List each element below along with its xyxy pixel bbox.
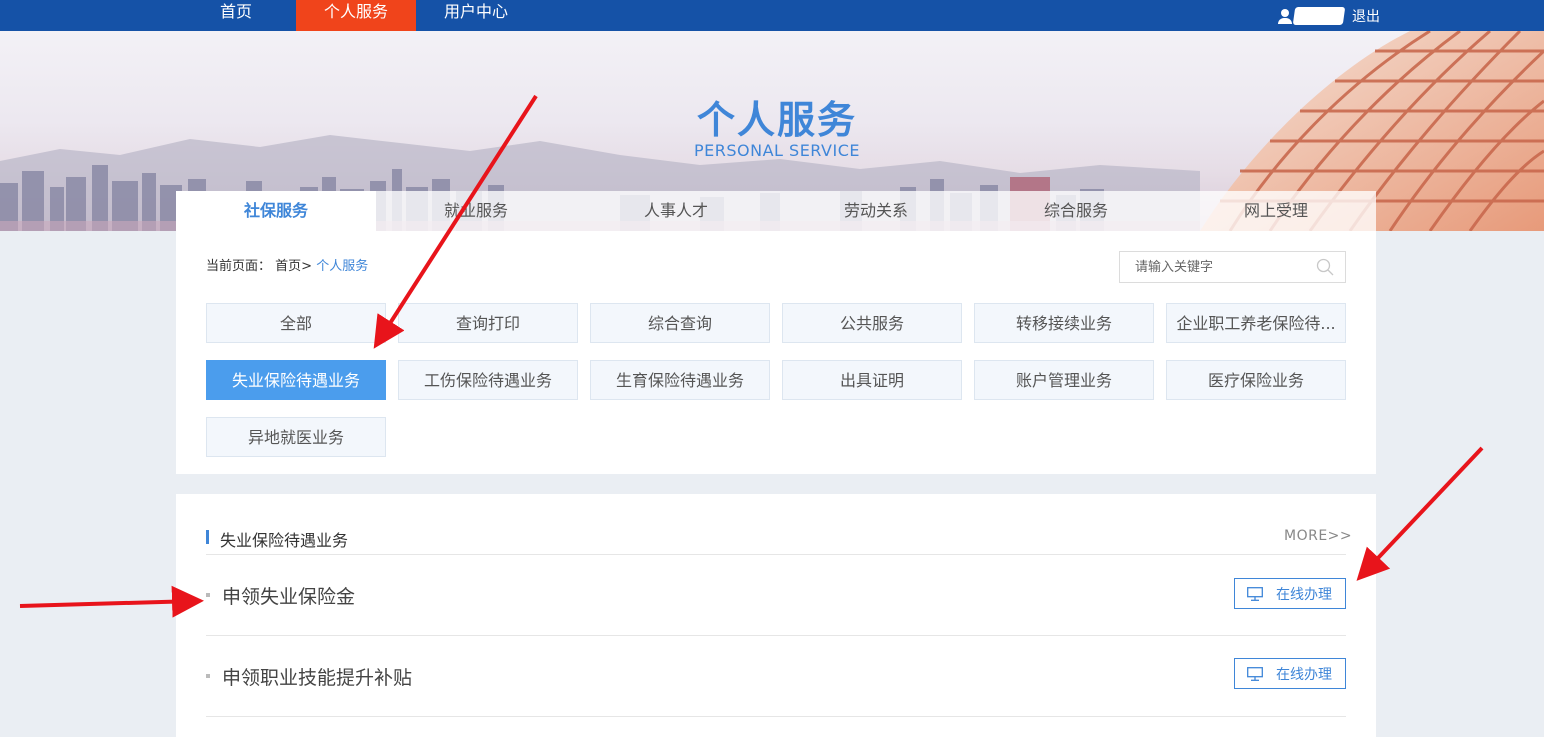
category-public-service[interactable]: 公共服务 [782,303,962,343]
category-account-management[interactable]: 账户管理业务 [974,360,1154,400]
more-link[interactable]: MORE>> [1284,528,1352,544]
tab-labor-relations[interactable]: 劳动关系 [776,191,976,231]
breadcrumb: 当前页面： 首页> 个人服务 [206,255,368,274]
computer-icon [1247,666,1263,681]
service-item-name[interactable]: 申领职业技能提升补贴 [222,663,412,690]
tab-personnel-talent[interactable]: 人事人才 [576,191,776,231]
service-list-panel: 失业保险待遇业务 MORE>> 申领失业保险金 在线办理 申领职业技能提升补贴 … [176,494,1376,737]
redacted-username [1292,6,1346,25]
online-handle-button[interactable]: 在线办理 [1234,658,1346,689]
nav-user-center[interactable]: 用户中心 [416,0,536,31]
breadcrumb-home[interactable]: 首页 [275,259,301,274]
category-medical-insurance[interactable]: 医疗保险业务 [1166,360,1346,400]
list-divider [206,716,1346,717]
tab-comprehensive[interactable]: 综合服务 [976,191,1176,231]
breadcrumb-prefix: 当前页面： [206,259,272,274]
user-area: 退出 [1278,0,1380,31]
category-unemployment-insurance[interactable]: 失业保险待遇业务 [206,360,386,400]
tab-online-acceptance[interactable]: 网上受理 [1176,191,1376,231]
category-panel: 当前页面： 首页> 个人服务 全部 查询打印 综合查询 公共服务 转移接续业务 … [176,231,1376,474]
service-tabs: 社保服务 就业服务 人事人才 劳动关系 综合服务 网上受理 [176,191,1376,231]
list-bullet [206,593,210,597]
service-item-name[interactable]: 申领失业保险金 [222,582,355,609]
list-bullet [206,674,210,678]
arrow-to-apply-unemployment-benefit [19,585,204,618]
category-enterprise-pension[interactable]: 企业职工养老保险待... [1166,303,1346,343]
online-handle-label: 在线办理 [1276,666,1332,683]
logout-link[interactable]: 退出 [1352,6,1380,26]
category-remote-medical[interactable]: 异地就医业务 [206,417,386,457]
banner-subtitle: PERSONAL SERVICE [694,141,860,160]
user-icon [1278,8,1292,24]
online-handle-label: 在线办理 [1276,586,1332,603]
tab-employment[interactable]: 就业服务 [376,191,576,231]
category-maternity-insurance[interactable]: 生育保险待遇业务 [590,360,770,400]
category-comprehensive-query[interactable]: 综合查询 [590,303,770,343]
tab-social-security[interactable]: 社保服务 [176,191,376,231]
list-divider [206,635,1346,636]
category-query-print[interactable]: 查询打印 [398,303,578,343]
top-nav-bar: 首页 个人服务 用户中心 退出 [0,0,1544,31]
category-all[interactable]: 全部 [206,303,386,343]
arrow-to-online-handle-button [1356,446,1484,581]
nav-home[interactable]: 首页 [176,0,296,31]
category-certificate-issuance[interactable]: 出具证明 [782,360,962,400]
category-transfer-continuation[interactable]: 转移接续业务 [974,303,1154,343]
category-work-injury-insurance[interactable]: 工伤保险待遇业务 [398,360,578,400]
search-input[interactable] [1120,252,1325,282]
breadcrumb-current: 个人服务 [316,259,369,274]
section-divider [206,554,1346,555]
section-marker [206,530,209,544]
nav-personal-service[interactable]: 个人服务 [296,0,416,31]
section-title: 失业保险待遇业务 [220,531,349,550]
computer-icon [1247,586,1263,601]
breadcrumb-separator: > [301,259,313,274]
banner-title: 个人服务 [696,98,857,142]
search-icon[interactable] [1316,258,1334,276]
online-handle-button[interactable]: 在线办理 [1234,578,1346,609]
search-box [1119,251,1346,283]
